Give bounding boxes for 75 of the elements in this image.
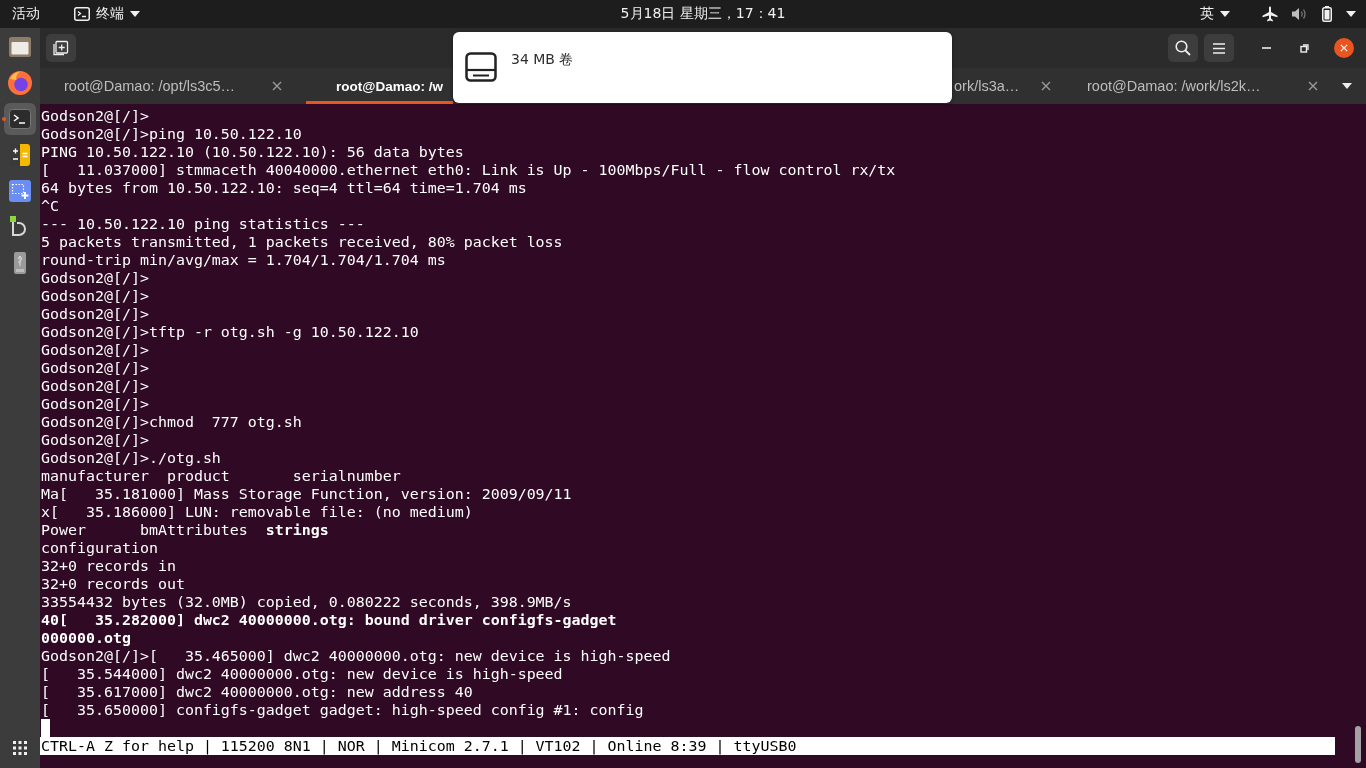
close-icon[interactable] xyxy=(1041,81,1051,91)
terminal-line: 000000.otg xyxy=(41,629,131,647)
terminal-line: Godson2@[/]> xyxy=(41,305,149,323)
dock-item[interactable] xyxy=(4,103,36,135)
text-cursor xyxy=(41,719,50,737)
terminal-line: PING 10.50.122.10 (10.50.122.10): 56 data bytes xyxy=(41,143,464,161)
terminal-line: Ma[ 35.181000] Mass Storage Function, version: 2009/09/11 xyxy=(41,485,572,503)
terminal-line: configuration xyxy=(41,539,158,557)
terminal-tab[interactable]: root@Damao: /opt/ls3c5… xyxy=(40,68,306,104)
terminal-line: Godson2@[/]> xyxy=(41,341,149,359)
search-icon xyxy=(1175,40,1191,56)
terminal-line: Godson2@[/]>tftp -r otg.sh -g 10.50.122.10 xyxy=(41,323,419,341)
terminal-line: [ 35.544000] dwc2 40000000.otg: new device is high-speed xyxy=(41,665,563,683)
terminal-line: 64 bytes from 10.50.122.10: seq=4 ttl=64 time=1.704 ms xyxy=(41,179,527,197)
terminal-icon xyxy=(74,7,90,21)
apps-grid-icon xyxy=(13,741,27,755)
terminal-line: Godson2@[/]> xyxy=(41,395,149,413)
close-icon[interactable] xyxy=(1308,81,1318,91)
new-tab-button[interactable] xyxy=(46,34,76,62)
notification-text: 34 MB 卷 xyxy=(511,50,574,68)
window-close-button[interactable] xyxy=(1334,38,1354,58)
caret-icon xyxy=(1346,11,1356,17)
airplane-icon xyxy=(1262,6,1278,22)
terminal-line: Godson2@[/]> xyxy=(41,107,149,125)
terminal-line: Godson2@[/]> xyxy=(41,269,149,287)
terminal-line: Godson2@[/]> xyxy=(41,287,149,305)
terminal-line: Godson2@[/]>./otg.sh xyxy=(41,449,221,467)
terminal-line: Power bmAttributes strings xyxy=(41,521,329,539)
clock-button[interactable]: 5月18日 星期三，17：41 xyxy=(616,2,790,26)
menu-button[interactable] xyxy=(1204,34,1234,62)
input-method-button[interactable]: 英 xyxy=(1196,2,1234,26)
terminal-line: --- 10.50.122.10 ping statistics --- xyxy=(41,215,365,233)
usb-drive-icon xyxy=(14,252,26,274)
scrollbar-thumb[interactable] xyxy=(1355,726,1361,763)
terminal-line: [ 35.650000] configfs-gadget gadget: high-speed config #1: config xyxy=(41,701,644,719)
terminal-tab[interactable]: root@Damao: /work/ls2k… xyxy=(1062,68,1328,104)
menu-icon xyxy=(1213,42,1225,54)
terminal-line: manufacturer product serialnumber xyxy=(41,467,401,485)
drive-icon xyxy=(465,52,497,82)
folder-icon xyxy=(9,37,31,57)
terminal-line: 32+0 records in xyxy=(41,557,176,575)
close-icon xyxy=(1340,44,1348,52)
terminal-line: [ 11.037000] stmmaceth 40040000.ethernet eth0: Link is Up - 100Mbps/Full - flow control rx/tx xyxy=(41,161,896,179)
terminal-line: 33554432 bytes (32.0MB) copied, 0.080222 seconds, 398.9MB/s xyxy=(41,593,572,611)
terminal-line: ^C xyxy=(41,197,59,215)
activities-button[interactable]: 活动 xyxy=(8,2,44,26)
search-button[interactable] xyxy=(1168,34,1198,62)
terminal-line: Godson2@[/]>[ 35.465000] dwc2 40000000.otg: new device is high-speed xyxy=(41,647,671,665)
terminal-line: Godson2@[/]> xyxy=(41,431,149,449)
terminal-line: 40[ 35.282000] dwc2 40000000.otg: bound driver configfs-gadget xyxy=(41,611,617,629)
terminal-tab[interactable]: ork/ls3a… xyxy=(952,68,1062,104)
terminal-line: round-trip min/avg/max = 1.704/1.704/1.704 ms xyxy=(41,251,446,269)
caret-icon xyxy=(1220,11,1230,17)
caret-icon xyxy=(130,11,140,17)
caret-icon xyxy=(1342,83,1352,89)
close-icon[interactable] xyxy=(272,81,282,91)
terminal-line: Godson2@[/]>chmod 777 otg.sh xyxy=(41,413,302,431)
terminal-line: x[ 35.186000] LUN: removable file: (no medium) xyxy=(41,503,473,521)
speaker-icon xyxy=(1292,7,1308,21)
app-menu-button[interactable]: 终端 xyxy=(70,2,144,26)
battery-icon xyxy=(1322,6,1332,22)
terminal-line: Godson2@[/]> xyxy=(41,377,149,395)
globe-icon xyxy=(8,71,32,95)
restore-icon xyxy=(1299,43,1309,53)
calculator-icon xyxy=(10,144,30,166)
terminal-line: 5 packets transmitted, 1 packets received, 80% packet loss xyxy=(41,233,563,251)
new-tab-icon xyxy=(53,40,69,56)
terminal-line: 32+0 records out xyxy=(41,575,185,593)
dashed-selection-icon xyxy=(9,180,31,202)
terminal-line: [ 35.617000] dwc2 40000000.otg: new address 40 xyxy=(41,683,473,701)
status-bar: CTRL-A Z for help | 115200 8N1 | NOR | Minicom 2.7.1 | VT102 | Online 8:39 | ttyUSB0 xyxy=(40,737,1335,755)
terminal-line: Godson2@[/]> xyxy=(41,359,149,377)
terminal-line: Godson2@[/]>ping 10.50.122.10 xyxy=(41,125,302,143)
terminal-icon xyxy=(9,109,31,129)
minimize-icon xyxy=(1261,47,1271,49)
